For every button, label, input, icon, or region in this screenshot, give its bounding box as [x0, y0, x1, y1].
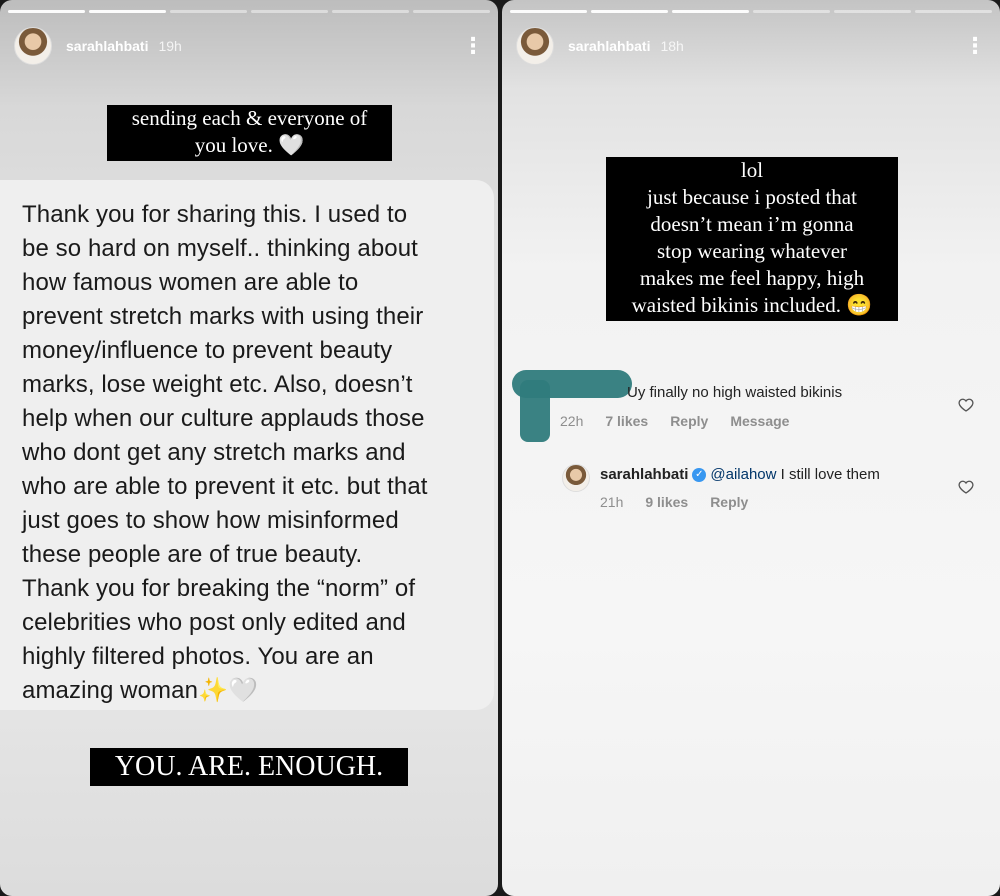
story-caption-top: sending each & everyone of you love. 🤍: [107, 105, 392, 161]
left-story-panel[interactable]: sarahlahbati 19h ⋮ sending each & everyo…: [0, 0, 498, 896]
comment-text: Uy finally no high waisted bikinis: [627, 384, 843, 401]
story-header: sarahlahbati 18h ⋮: [516, 26, 986, 66]
quoted-message-text: Thank you for sharing this. I used to be…: [22, 201, 428, 704]
story-progress-bar: [510, 10, 992, 13]
comment-meta: 22h 7 likes Reply Message: [560, 413, 789, 429]
story-username[interactable]: sarahlahbati: [66, 38, 148, 54]
reply-line: sarahlahbati ✓ @ailahow I still love them: [600, 466, 880, 483]
reply-mention[interactable]: @ailahow: [710, 466, 776, 483]
reply-reply-button[interactable]: Reply: [710, 494, 748, 510]
progress-segment: [8, 10, 85, 13]
story-username[interactable]: sarahlahbati: [568, 38, 650, 54]
avatar[interactable]: [516, 27, 554, 65]
story-caption: lol just because i posted that doesn’t m…: [606, 157, 898, 321]
verified-badge-icon: ✓: [692, 468, 707, 483]
redaction-scribble: [520, 380, 550, 442]
comment-time: 22h: [560, 413, 584, 429]
story-progress-bar: [8, 10, 490, 13]
progress-segment: [170, 10, 247, 13]
story-time: 18h: [660, 38, 684, 54]
reply-time: 21h: [600, 494, 624, 510]
reply-meta: 21h 9 likes Reply: [600, 494, 748, 510]
progress-segment: [332, 10, 409, 13]
like-heart-icon[interactable]: [958, 397, 974, 413]
comment-message-button[interactable]: Message: [730, 413, 789, 429]
more-options-icon[interactable]: ⋮: [964, 35, 986, 57]
progress-segment: [834, 10, 911, 13]
avatar[interactable]: [14, 27, 52, 65]
progress-segment: [510, 10, 587, 13]
story-header: sarahlahbati 19h ⋮: [14, 26, 484, 66]
progress-segment: [89, 10, 166, 13]
progress-segment: [915, 10, 992, 13]
more-options-icon[interactable]: ⋮: [462, 35, 484, 57]
right-story-panel[interactable]: sarahlahbati 18h ⋮ lol just because i po…: [502, 0, 1000, 896]
reply-avatar[interactable]: [562, 464, 590, 492]
comment-likes[interactable]: 7 likes: [605, 413, 648, 429]
progress-segment: [753, 10, 830, 13]
progress-segment: [672, 10, 749, 13]
reply-likes[interactable]: 9 likes: [645, 494, 688, 510]
progress-segment: [591, 10, 668, 13]
story-time: 19h: [158, 38, 182, 54]
quoted-message-card: Thank you for sharing this. I used to be…: [0, 180, 494, 710]
like-heart-icon[interactable]: [958, 479, 974, 495]
progress-segment: [413, 10, 490, 13]
story-caption-bottom: YOU. ARE. ENOUGH.: [90, 748, 408, 786]
progress-segment: [251, 10, 328, 13]
reply-username[interactable]: sarahlahbati: [600, 466, 688, 483]
comment-reply-button[interactable]: Reply: [670, 413, 708, 429]
reply-text: I still love them: [776, 466, 880, 483]
